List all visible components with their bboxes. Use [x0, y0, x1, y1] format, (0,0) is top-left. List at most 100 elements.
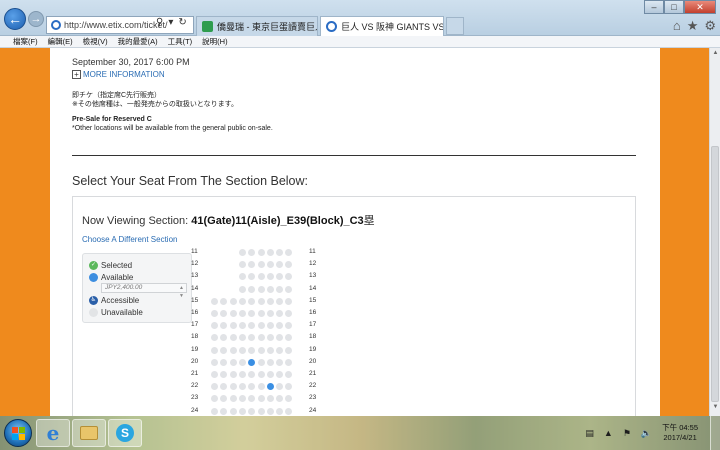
network-icon[interactable]: ▤ [585, 428, 594, 439]
search-icon[interactable]: ⚲ [156, 17, 163, 28]
seat-unavailable [276, 383, 284, 391]
scroll-thumb[interactable] [711, 146, 719, 402]
new-tab-button[interactable] [446, 17, 464, 35]
seat-unavailable [220, 371, 228, 378]
seat-unavailable [238, 310, 246, 317]
legend-available-label: Available [101, 273, 134, 282]
site-favicon-icon [51, 20, 61, 30]
row-label-right: 19 [309, 345, 317, 353]
scroll-up-icon[interactable]: ▲ [711, 50, 720, 60]
seat-unavailable [220, 346, 228, 354]
seat-unavailable [257, 261, 265, 269]
settings-gear-icon[interactable]: ⚙ [704, 18, 716, 34]
seat-unavailable [238, 322, 246, 330]
row-label-left: 16 [191, 309, 199, 316]
seat-unavailable [285, 358, 293, 366]
scroll-down-icon[interactable]: ▼ [711, 404, 720, 414]
seat-unavailable [285, 395, 293, 403]
spinner-icon[interactable]: ▲ ▼ [179, 284, 184, 300]
row-label-left: 11 [191, 248, 198, 255]
tab-browser-1[interactable]: 僑曼瑞 - 東京巨蛋讀賣巨人主... [196, 16, 318, 36]
menu-view[interactable]: 檢視(V) [78, 36, 113, 47]
menu-tools[interactable]: 工具(T) [163, 36, 198, 47]
seat-unavailable [220, 310, 228, 317]
seat-unavailable [220, 383, 228, 391]
seat-legend: ✓ Selected Available JPY2,400.00 ▲ ▼ ♿ Ac… [82, 253, 192, 323]
seat-unavailable [248, 249, 256, 256]
more-information-link[interactable]: + MORE INFORMATION [72, 70, 165, 79]
seat-unavailable [276, 334, 284, 342]
presale-jp-note: ※その他席種は、一般発売からの取扱いとなります。 [72, 101, 238, 108]
show-hidden-icons-icon[interactable]: ▲ [604, 428, 613, 438]
row-label-right: 24 [309, 406, 317, 414]
taskbar-skype[interactable]: S [108, 419, 142, 447]
event-date: September 30, 2017 6:00 PM [72, 57, 190, 67]
home-icon[interactable]: ⌂ [673, 18, 681, 34]
legend-selected: ✓ Selected [89, 261, 132, 270]
seat-unavailable [238, 273, 246, 281]
windows-logo-icon [12, 427, 25, 440]
seat-unavailable [257, 358, 265, 366]
vertical-scrollbar[interactable]: ▲ ▼ [709, 48, 720, 416]
action-center-icon[interactable]: ⚑ [623, 428, 631, 439]
forward-button[interactable]: → [28, 11, 44, 27]
seat-unavailable [266, 310, 274, 317]
menu-bar: 檔案(F) 編輯(E) 檢視(V) 我的最愛(A) 工具(T) 說明(H) [0, 36, 720, 48]
menu-file[interactable]: 檔案(F) [8, 36, 43, 47]
row-label-left: 13 [191, 272, 199, 280]
seat-unavailable [248, 395, 256, 403]
seat-available[interactable] [266, 383, 274, 391]
legend-accessible-label: Accessible [101, 296, 140, 305]
folder-icon [80, 426, 98, 440]
seat-unavailable [238, 358, 246, 366]
seat-unavailable [220, 334, 228, 342]
tab-browser-2[interactable]: 巨人 VS 阪神 GIANTS VS TI... ✕ [320, 16, 444, 36]
seat-available[interactable] [248, 358, 256, 366]
row-label-right: 11 [309, 248, 316, 255]
choose-different-section-link[interactable]: Choose A Different Section [82, 235, 177, 244]
seat-unavailable [248, 346, 256, 354]
seat-unavailable [266, 346, 274, 354]
close-window-button[interactable]: ✕ [684, 0, 716, 14]
price-level-value: JPY2,400.00 [105, 284, 143, 291]
system-clock[interactable]: 下午 04:55 2017/4/21 [662, 423, 698, 443]
seat-unavailable [238, 297, 246, 305]
back-button[interactable]: ← [4, 8, 26, 30]
section-panel: Now Viewing Section: 41(Gate)11(Aisle)_E… [72, 196, 636, 416]
seat-unavailable [276, 249, 284, 256]
favorites-star-icon[interactable]: ★ [687, 18, 699, 34]
maximize-button[interactable]: □ [664, 0, 684, 14]
price-level-select[interactable]: JPY2,400.00 ▲ ▼ [101, 283, 187, 299]
refresh-icon[interactable]: ↻ [178, 17, 186, 28]
seat-unavailable [257, 371, 265, 378]
seat-unavailable [285, 310, 293, 317]
page-viewport: September 30, 2017 6:00 PM + MORE INFORM… [0, 48, 709, 416]
start-button[interactable] [4, 419, 32, 447]
taskbar-internet-explorer[interactable]: e [36, 419, 70, 447]
taskbar-file-explorer[interactable] [72, 419, 106, 447]
seat-unavailable [257, 285, 265, 293]
seat-unavailable [285, 346, 293, 354]
seat-unavailable [248, 297, 256, 305]
seat-unavailable [248, 285, 256, 293]
now-viewing-section: Now Viewing Section: 41(Gate)11(Aisle)_E… [82, 212, 375, 228]
seat-unavailable [248, 261, 256, 269]
volume-icon[interactable]: 🔈 [641, 428, 652, 439]
seat-unavailable [285, 383, 293, 391]
minimize-button[interactable]: – [644, 0, 664, 14]
row-label-right: 16 [309, 309, 317, 316]
wheelchair-icon: ♿ [89, 296, 98, 305]
dropdown-icon[interactable]: ▾ [168, 17, 173, 28]
seat-unavailable [211, 346, 218, 354]
seat-unavailable [257, 334, 265, 342]
menu-edit[interactable]: 編輯(E) [43, 36, 78, 47]
tab-favicon-icon [202, 21, 213, 32]
seat-unavailable [248, 383, 256, 391]
show-desktop-button[interactable] [710, 416, 720, 450]
seat-unavailable [285, 273, 293, 281]
menu-favorites[interactable]: 我的最愛(A) [113, 36, 163, 47]
seat-unavailable [257, 310, 265, 317]
seat-unavailable [276, 285, 284, 293]
clock-date: 2017/4/21 [663, 433, 697, 442]
menu-help[interactable]: 說明(H) [197, 36, 232, 47]
